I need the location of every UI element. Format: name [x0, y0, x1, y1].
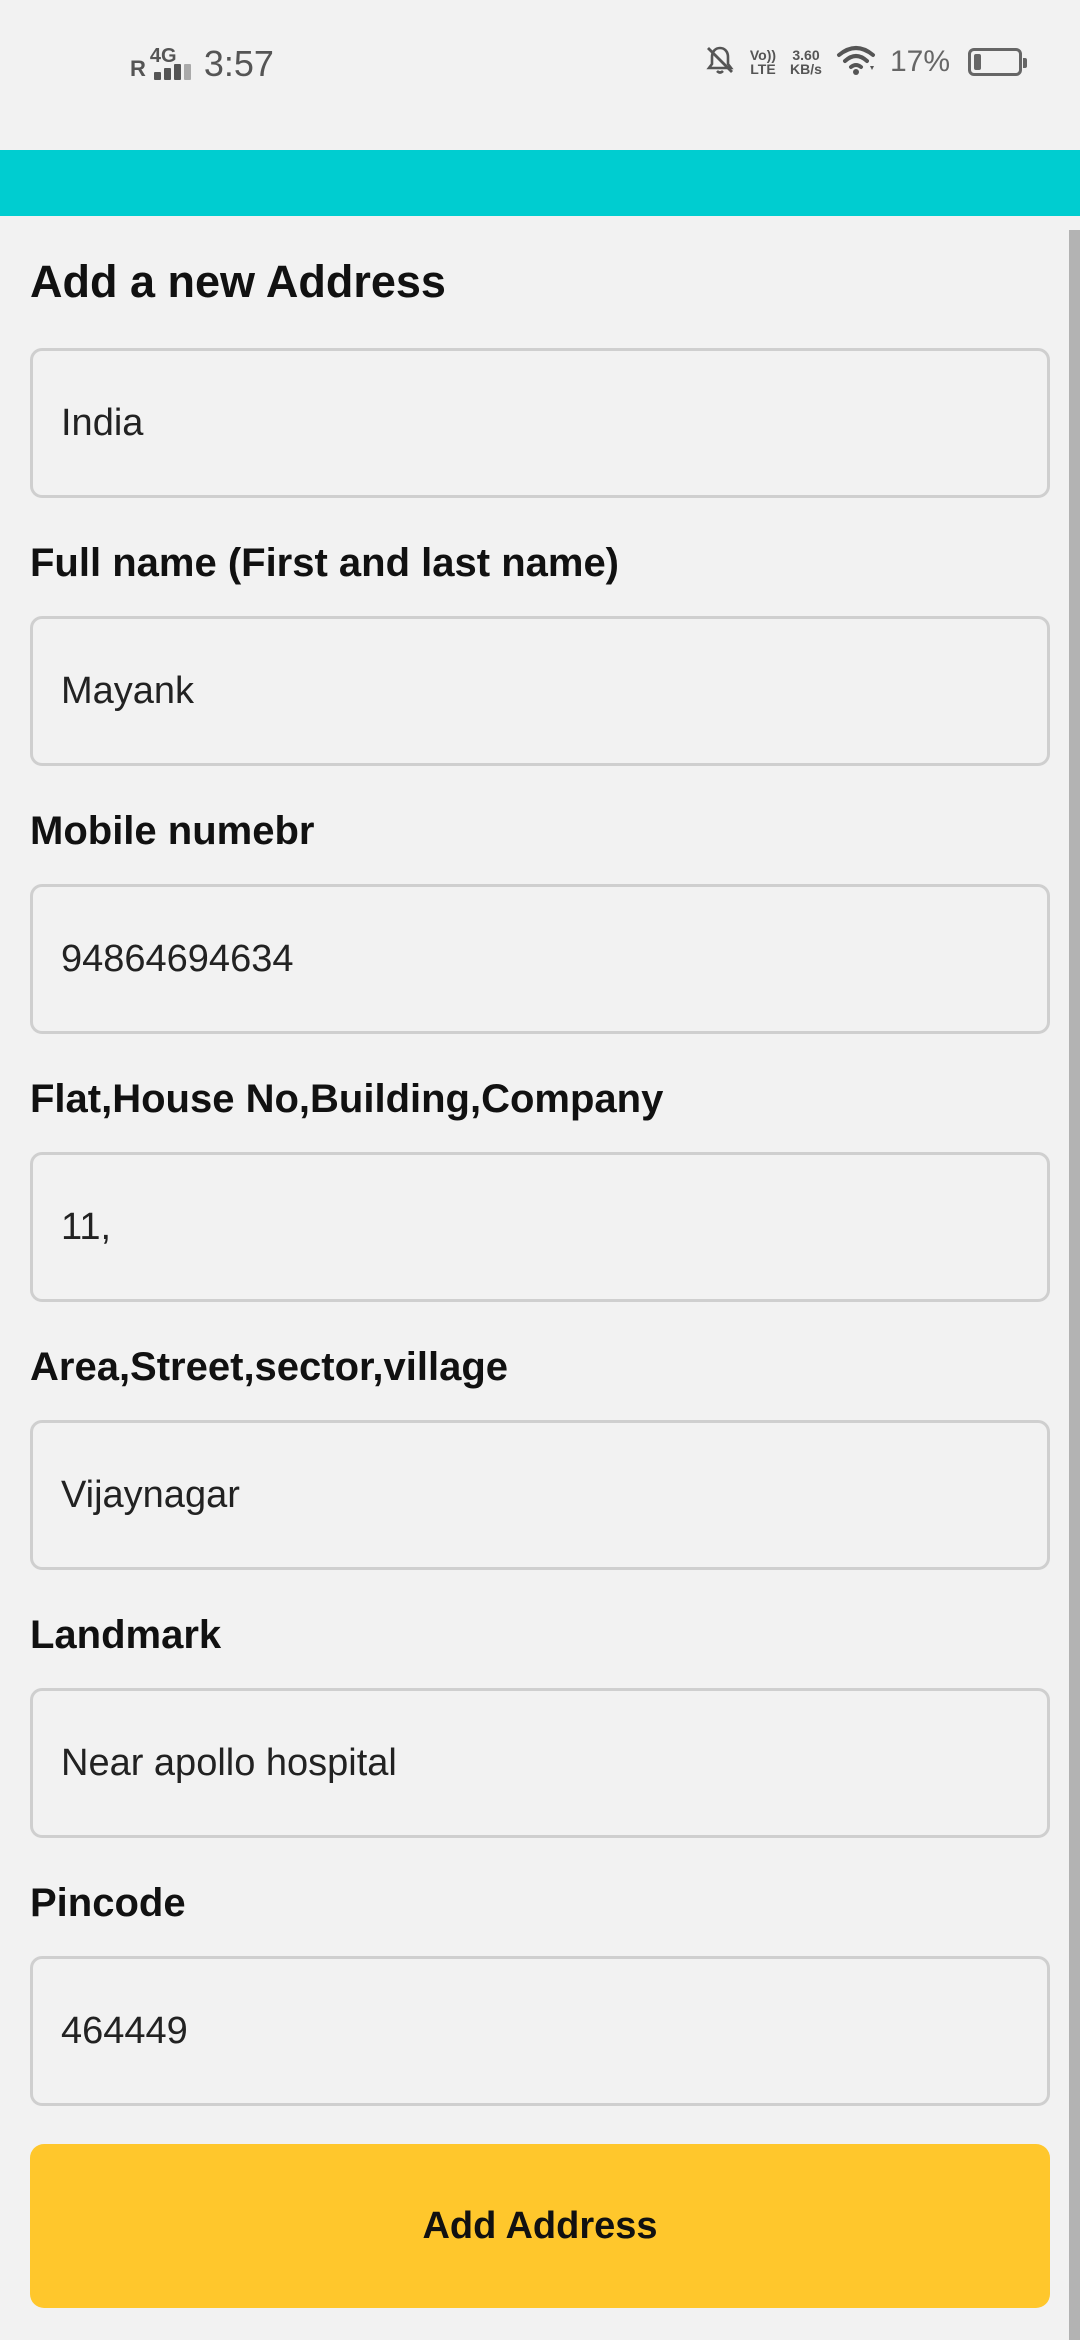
status-right: Vo)) LTE 3.60 KB/s 17% — [704, 40, 1027, 84]
full-name-label: Full name (First and last name) — [30, 541, 620, 585]
flat-house-input[interactable] — [61, 1205, 1019, 1249]
status-bar: R 4G 3:57 Vo)) LTE 3.60 KB/s 17% — [0, 0, 1080, 150]
signal-bars — [153, 64, 191, 80]
area-street-label: Area,Street,sector,village — [30, 1345, 509, 1389]
country-input[interactable] — [61, 401, 1019, 445]
area-street-field[interactable] — [30, 1420, 1050, 1570]
add-address-button[interactable]: Add Address — [30, 2144, 1050, 2308]
pincode-input[interactable] — [61, 2009, 1019, 2053]
landmark-input[interactable] — [61, 1741, 1019, 1785]
address-form: Add a new Address Full name (First and l… — [30, 216, 1050, 2106]
pincode-label: Pincode — [30, 1881, 186, 1925]
mobile-number-label: Mobile numebr — [30, 809, 315, 853]
landmark-label: Landmark — [30, 1613, 222, 1657]
clock: 3:57 — [203, 43, 274, 84]
battery-level — [974, 54, 981, 70]
mobile-number-field[interactable] — [30, 884, 1050, 1034]
mute-notifications-icon — [704, 44, 736, 81]
network-type: 4G — [149, 45, 177, 67]
status-left: R 4G 3:57 — [130, 38, 274, 84]
battery-icon — [968, 48, 1027, 76]
battery-percent: 17% — [889, 45, 950, 78]
full-name-field[interactable] — [30, 616, 1050, 766]
landmark-field[interactable] — [30, 1688, 1050, 1838]
scrollbar[interactable] — [1069, 230, 1080, 2340]
flat-house-field[interactable] — [30, 1152, 1050, 1302]
full-name-input[interactable] — [61, 669, 1019, 713]
country-field[interactable] — [30, 348, 1050, 498]
app-screen: R 4G 3:57 Vo)) LTE 3.60 KB/s 17% Add a n… — [0, 0, 1080, 2340]
pincode-field[interactable] — [30, 1956, 1050, 2106]
mobile-number-input[interactable] — [61, 937, 1019, 981]
volte-icon: Vo)) LTE — [749, 47, 777, 77]
page-title: Add a new Address — [30, 256, 446, 307]
data-speed: 3.60 KB/s — [790, 47, 822, 77]
flat-house-label: Flat,House No,Building,Company — [30, 1077, 664, 1121]
area-street-input[interactable] — [61, 1473, 1019, 1517]
roaming-indicator: R — [130, 56, 146, 81]
header-bar — [0, 150, 1080, 216]
wifi-icon — [836, 44, 876, 81]
signal-icon: 4G — [150, 44, 196, 84]
